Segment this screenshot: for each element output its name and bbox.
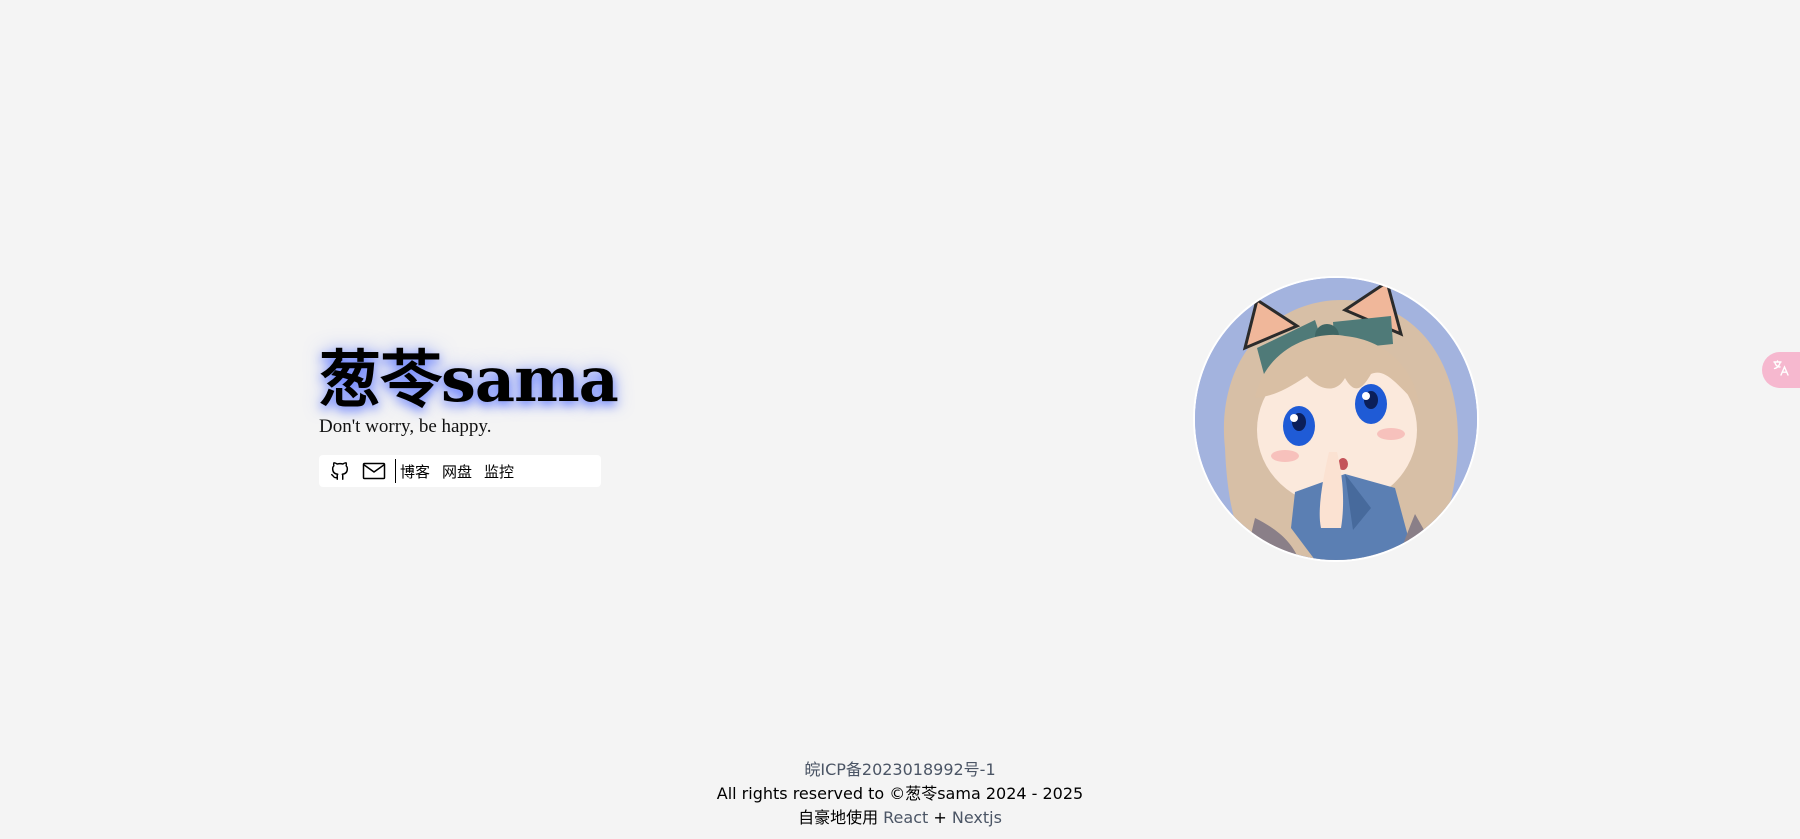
nav-link-monitor[interactable]: 监控: [484, 461, 514, 482]
react-link[interactable]: React: [883, 808, 928, 827]
translate-button[interactable]: [1762, 352, 1800, 388]
nav-link-blog[interactable]: 博客: [400, 461, 430, 482]
avatar: [1193, 276, 1479, 562]
icp-link[interactable]: 皖ICP备2023018992号-1: [804, 760, 995, 779]
nextjs-link[interactable]: Nextjs: [952, 808, 1002, 827]
footer-icp-line: 皖ICP备2023018992号-1: [0, 758, 1800, 782]
footer: 皖ICP备2023018992号-1 All rights reserved t…: [0, 758, 1800, 830]
github-icon[interactable]: [327, 458, 353, 484]
translate-icon: [1772, 359, 1790, 382]
footer-rights: All rights reserved to ©葱苓sama 2024 - 20…: [716, 784, 1084, 803]
tagline: Don't worry, be happy.: [319, 416, 492, 437]
page: 葱苓sama Don't worry, be happy. 博客 网盘 监控 皖…: [0, 0, 1800, 839]
built-with-prefix: 自豪地使用: [798, 808, 884, 827]
link-divider: [395, 459, 396, 483]
social-link-bar: 博客 网盘 监控: [319, 455, 601, 487]
nav-link-cloud-drive[interactable]: 网盘: [442, 461, 472, 482]
hero-section: 葱苓sama Don't worry, be happy. 博客 网盘 监控: [319, 343, 619, 487]
site-title: 葱苓sama: [319, 343, 619, 416]
built-with-plus: +: [928, 808, 952, 827]
mail-icon[interactable]: [361, 458, 387, 484]
footer-built-with: 自豪地使用 React + Nextjs: [0, 806, 1800, 830]
